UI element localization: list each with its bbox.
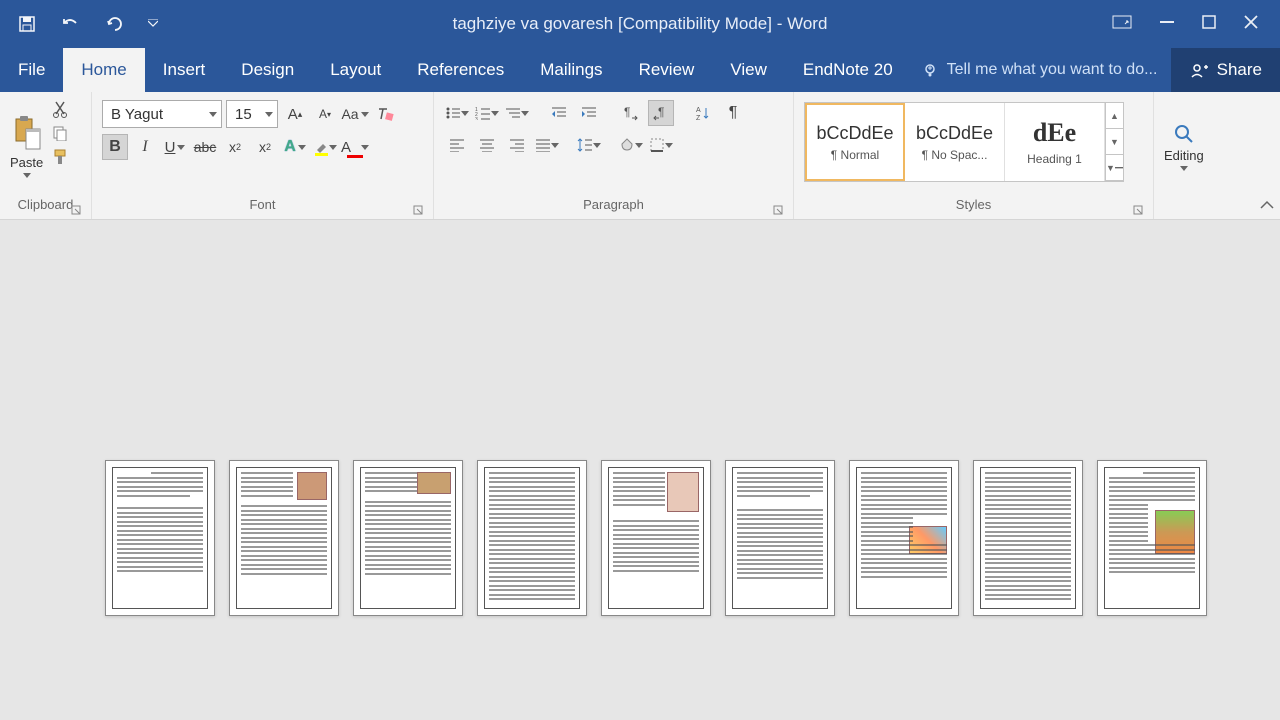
paste-button[interactable]: Paste <box>6 96 47 197</box>
page-thumb[interactable] <box>353 460 463 616</box>
editing-button[interactable]: Editing <box>1160 96 1208 197</box>
font-name-value: B Yagut <box>111 106 163 123</box>
shading-button[interactable] <box>618 132 644 158</box>
editing-label: Editing <box>1164 148 1204 163</box>
svg-text:¶: ¶ <box>624 105 630 119</box>
font-size-combo[interactable]: 15 <box>226 100 278 128</box>
maximize-button[interactable] <box>1202 15 1216 34</box>
svg-text:3: 3 <box>475 117 478 120</box>
align-center-button[interactable] <box>474 132 500 158</box>
justify-button[interactable] <box>534 132 560 158</box>
font-launcher[interactable] <box>413 205 425 217</box>
paste-label: Paste <box>10 155 43 170</box>
increase-indent-button[interactable] <box>576 100 602 126</box>
clear-formatting-button[interactable] <box>372 101 398 127</box>
svg-text:A: A <box>696 107 701 114</box>
text-effects-button[interactable]: A <box>282 134 308 160</box>
format-painter-button[interactable] <box>49 146 71 168</box>
collapse-ribbon-button[interactable] <box>1260 197 1274 215</box>
grow-font-button[interactable]: A▴ <box>282 101 308 127</box>
font-name-combo[interactable]: B Yagut <box>102 100 222 128</box>
tab-endnote[interactable]: EndNote 20 <box>785 48 911 92</box>
page-thumb[interactable] <box>1097 460 1207 616</box>
tab-insert[interactable]: Insert <box>145 48 224 92</box>
cut-button[interactable] <box>49 98 71 120</box>
page-thumb[interactable] <box>601 460 711 616</box>
numbering-button[interactable]: 123 <box>474 100 500 126</box>
ltr-direction-button[interactable]: ¶ <box>618 100 644 126</box>
share-button[interactable]: Share <box>1171 48 1280 92</box>
underline-button[interactable]: U <box>162 134 188 160</box>
font-color-button[interactable]: A <box>342 134 368 160</box>
tab-references[interactable]: References <box>399 48 522 92</box>
paragraph-launcher[interactable] <box>773 205 785 217</box>
tab-view[interactable]: View <box>712 48 785 92</box>
close-button[interactable] <box>1244 15 1258 34</box>
page-thumb[interactable] <box>105 460 215 616</box>
shrink-font-button[interactable]: A▾ <box>312 101 338 127</box>
clipboard-label: Clipboard <box>18 197 74 212</box>
italic-button[interactable]: I <box>132 134 158 160</box>
multilevel-list-button[interactable] <box>504 100 530 126</box>
sort-button[interactable]: AZ <box>690 100 716 126</box>
paragraph-label: Paragraph <box>583 197 644 212</box>
bullets-button[interactable] <box>444 100 470 126</box>
svg-text:¶: ¶ <box>658 105 664 119</box>
superscript-button[interactable]: x2 <box>252 134 278 160</box>
tab-home[interactable]: Home <box>63 48 144 92</box>
minimize-button[interactable] <box>1160 15 1174 34</box>
bold-button[interactable]: B <box>102 134 128 160</box>
redo-button[interactable] <box>106 15 124 33</box>
page-thumb[interactable] <box>477 460 587 616</box>
undo-button[interactable] <box>60 15 82 33</box>
document-canvas[interactable] <box>0 220 1280 720</box>
style-normal[interactable]: bCcDdEe ¶ Normal <box>805 103 905 181</box>
copy-button[interactable] <box>49 122 71 144</box>
qat-customize[interactable] <box>148 19 158 29</box>
strikethrough-button[interactable]: abc <box>192 134 218 160</box>
tab-layout[interactable]: Layout <box>312 48 399 92</box>
window-title: taghziye va govaresh [Compatibility Mode… <box>453 14 828 34</box>
rtl-direction-button[interactable]: ¶ <box>648 100 674 126</box>
tab-design[interactable]: Design <box>223 48 312 92</box>
styles-expand[interactable]: ▼ <box>1106 155 1123 181</box>
align-left-button[interactable] <box>444 132 470 158</box>
styles-scroll-up[interactable]: ▲ <box>1106 103 1123 129</box>
share-label: Share <box>1217 60 1262 80</box>
page-thumb[interactable] <box>849 460 959 616</box>
line-spacing-button[interactable] <box>576 132 602 158</box>
styles-launcher[interactable] <box>1133 205 1145 217</box>
page-thumb[interactable] <box>229 460 339 616</box>
tab-review[interactable]: Review <box>621 48 713 92</box>
styles-label: Styles <box>956 197 991 212</box>
svg-text:Z: Z <box>696 115 701 121</box>
tab-mailings[interactable]: Mailings <box>522 48 620 92</box>
borders-button[interactable] <box>648 132 674 158</box>
change-case-button[interactable]: Aa <box>342 101 368 127</box>
page-thumb[interactable] <box>973 460 1083 616</box>
styles-gallery[interactable]: bCcDdEe ¶ Normal bCcDdEe ¶ No Spac... dE… <box>804 102 1124 182</box>
ribbon-display-options[interactable] <box>1112 15 1132 34</box>
decrease-indent-button[interactable] <box>546 100 572 126</box>
clipboard-launcher[interactable] <box>71 205 83 217</box>
save-button[interactable] <box>18 15 36 33</box>
highlight-button[interactable] <box>312 134 338 160</box>
tell-me-placeholder: Tell me what you want to do... <box>947 61 1158 79</box>
styles-scroll-down[interactable]: ▼ <box>1106 129 1123 155</box>
style-no-spacing[interactable]: bCcDdEe ¶ No Spac... <box>905 103 1005 181</box>
font-size-value: 15 <box>235 106 252 123</box>
page-thumb[interactable] <box>725 460 835 616</box>
subscript-button[interactable]: x2 <box>222 134 248 160</box>
show-marks-button[interactable]: ¶ <box>720 100 746 126</box>
tell-me-search[interactable]: Tell me what you want to do... <box>923 48 1158 92</box>
style-heading1[interactable]: dEe Heading 1 <box>1005 103 1105 181</box>
font-label: Font <box>249 197 275 212</box>
align-right-button[interactable] <box>504 132 530 158</box>
tab-file[interactable]: File <box>0 48 63 92</box>
